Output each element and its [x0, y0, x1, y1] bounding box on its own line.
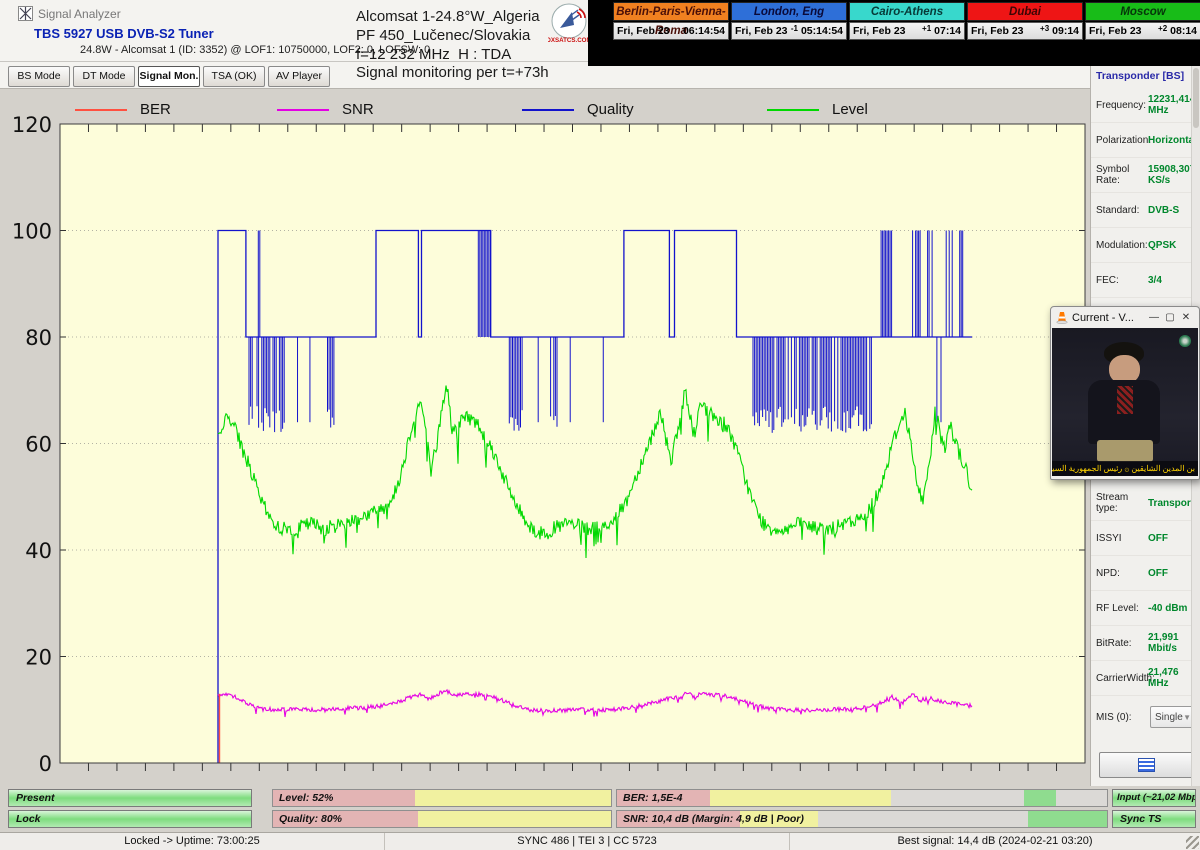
legend-level-line: [767, 109, 819, 111]
sync-ts-indicator: Sync TS: [1112, 810, 1196, 828]
svg-text:60: 60: [25, 433, 52, 457]
clock-cairo: Cairo-Athens Fri, Feb 23 +1 07:14: [849, 2, 965, 42]
clock-time-row: Fri, Feb 23 +1 07:14: [849, 22, 965, 40]
close-icon[interactable]: ✕: [1178, 312, 1194, 323]
world-clock-panel: Berlin-Paris-Vienna-Roma Fri, Feb 23 06:…: [588, 0, 1200, 66]
sidebar-title: Transponder [BS]: [1096, 70, 1184, 82]
statusbar-sync: SYNC 486 | TEI 3 | CC 5723: [385, 833, 790, 850]
mis-select[interactable]: Single ▼: [1150, 706, 1196, 728]
clock-london: London, Eng Fri, Feb 23 -1 05:14:54: [731, 2, 847, 42]
maximize-icon[interactable]: ▢: [1162, 312, 1178, 323]
monitoring-title: Signal monitoring per t=+73h: [356, 64, 549, 81]
vlc-video-window: Current - V... — ▢ ✕ بن المدين الشايقين …: [1050, 306, 1200, 480]
tuner-name: TBS 5927 USB DVB-S2 Tuner: [34, 26, 214, 41]
statusbar: Locked -> Uptime: 73:00:25 SYNC 486 | TE…: [0, 832, 1200, 850]
legend-ber-line: [75, 109, 127, 111]
svg-text:100: 100: [12, 220, 52, 244]
tab-tsa[interactable]: TSA (OK): [203, 66, 265, 87]
field-standard: Standard:DVB-S: [1091, 193, 1200, 228]
minimize-icon[interactable]: —: [1146, 312, 1162, 323]
video-person-shirt: [1117, 386, 1133, 414]
level-bar: Level: 52%: [272, 789, 612, 807]
statusbar-uptime: Locked -> Uptime: 73:00:25: [0, 833, 385, 850]
input-rate-indicator: Input (~21,02 Mbps): [1112, 789, 1196, 807]
legend-snr: SNR: [277, 101, 374, 118]
field-polarization: Polarization:Horizontal: [1091, 123, 1200, 158]
field-fec: FEC:3/4: [1091, 263, 1200, 298]
transport-stream-icon: [1138, 758, 1155, 772]
legend-level: Level: [767, 101, 868, 118]
svg-text:80: 80: [25, 326, 52, 350]
transponder-fields-bottom: Stream type:Transport ISSYIOFF NPD:OFF R…: [1091, 486, 1200, 696]
dxsatcs-logo-text: DXSATCS.COM: [548, 37, 590, 44]
present-indicator: Present: [8, 789, 252, 807]
clock-city-label: Berlin-Paris-Vienna-Roma: [613, 2, 729, 21]
tab-bs-mode[interactable]: BS Mode: [8, 66, 70, 87]
field-npd: NPD:OFF: [1091, 556, 1200, 591]
news-ticker: بن المدين الشايقين ۞ رئيس الجمهورية السي…: [1052, 461, 1198, 476]
tv-channel-logo: [1179, 335, 1191, 347]
field-frequency: Frequency:12231,414 MHz: [1091, 88, 1200, 123]
ber-bar: BER: 1,5E-4: [616, 789, 1108, 807]
clock-city-label: London, Eng: [731, 2, 847, 21]
field-symbol-rate: Symbol Rate:15908,307 KS/s: [1091, 158, 1200, 193]
clock-moscow: Moscow Fri, Feb 23 +2 08:14: [1085, 2, 1200, 42]
clock-berlin: Berlin-Paris-Vienna-Roma Fri, Feb 23 06:…: [613, 2, 729, 42]
monitor-bars: Present Level: 52% BER: 1,5E-4 Input (~2…: [0, 786, 1200, 832]
svg-text:20: 20: [25, 646, 52, 670]
field-modulation: Modulation:QPSK: [1091, 228, 1200, 263]
window-title: Signal Analyzer: [38, 7, 121, 21]
signal-chart: 0 20 40 60 80 100 120: [0, 89, 1090, 787]
svg-text:120: 120: [12, 113, 52, 137]
field-carrier-width: CarrierWidth:21,476 MHz: [1091, 661, 1200, 696]
legend-snr-line: [277, 109, 329, 111]
resize-grip[interactable]: [1186, 836, 1199, 849]
svg-text:40: 40: [25, 539, 52, 563]
video-frame[interactable]: بن المدين الشايقين ۞ رئيس الجمهورية السي…: [1052, 328, 1198, 476]
header-separator: [0, 61, 588, 62]
chevron-down-icon: ▼: [1183, 713, 1191, 722]
clock-time-row: Fri, Feb 23 -1 05:14:54: [731, 22, 847, 40]
field-bitrate: BitRate:21,991 Mbit/s: [1091, 626, 1200, 661]
field-rf-level: RF Level:-40 dBm: [1091, 591, 1200, 626]
legend-quality-line: [522, 109, 574, 111]
video-person-pants: [1097, 440, 1153, 462]
tab-signal-mon[interactable]: Signal Mon.: [138, 66, 200, 87]
signal-chart-zone: 0 20 40 60 80 100 120 BER SNR Quality Level: [0, 88, 1090, 786]
svg-text:0: 0: [39, 752, 52, 776]
clock-city-label: Dubai: [967, 2, 1083, 21]
mis-row: MIS (0): Single ▼: [1091, 706, 1200, 728]
app-window-icon: [18, 6, 33, 21]
mis-label: MIS (0):: [1096, 712, 1148, 723]
legend-quality: Quality: [522, 101, 634, 118]
clock-city-label: Cairo-Athens: [849, 2, 965, 21]
vlc-cone-icon: [1056, 311, 1068, 324]
tab-dt-mode[interactable]: DT Mode: [73, 66, 135, 87]
lock-indicator: Lock: [8, 810, 252, 828]
clock-time-row: Fri, Feb 23 +3 09:14: [967, 22, 1083, 40]
dxsatcs-logo: DXSATCS.COM: [548, 2, 590, 46]
statusbar-best-signal: Best signal: 14,4 dB (2024-02-21 03:20): [790, 833, 1200, 850]
satellite-title: Alcomsat 1-24.8°W_Algeria: [356, 8, 540, 25]
legend-ber: BER: [75, 101, 171, 118]
field-issyi: ISSYIOFF: [1091, 521, 1200, 556]
field-stream-type: Stream type:Transport: [1091, 486, 1200, 521]
clock-dubai: Dubai Fri, Feb 23 +3 09:14: [967, 2, 1083, 42]
transponder-fields-top: Frequency:12231,414 MHz Polarization:Hor…: [1091, 88, 1200, 298]
vlc-title: Current - V...: [1072, 312, 1146, 324]
clock-city-label: Moscow: [1085, 2, 1200, 21]
tab-av-player[interactable]: AV Player: [268, 66, 330, 87]
signal-analyzer-window: Signal Analyzer TBS 5927 USB DVB-S2 Tune…: [0, 0, 1200, 850]
transport-stream-button[interactable]: [1099, 752, 1193, 778]
snr-bar: SNR: 10,4 dB (Margin: 4,9 dB | Poor): [616, 810, 1108, 828]
vlc-titlebar[interactable]: Current - V... — ▢ ✕: [1051, 307, 1199, 328]
site-title: PF 450_Lučenec/Slovakia: [356, 27, 530, 44]
scrollbar-thumb[interactable]: [1193, 68, 1199, 128]
clock-time-row: Fri, Feb 23 +2 08:14: [1085, 22, 1200, 40]
quality-bar: Quality: 80%: [272, 810, 612, 828]
